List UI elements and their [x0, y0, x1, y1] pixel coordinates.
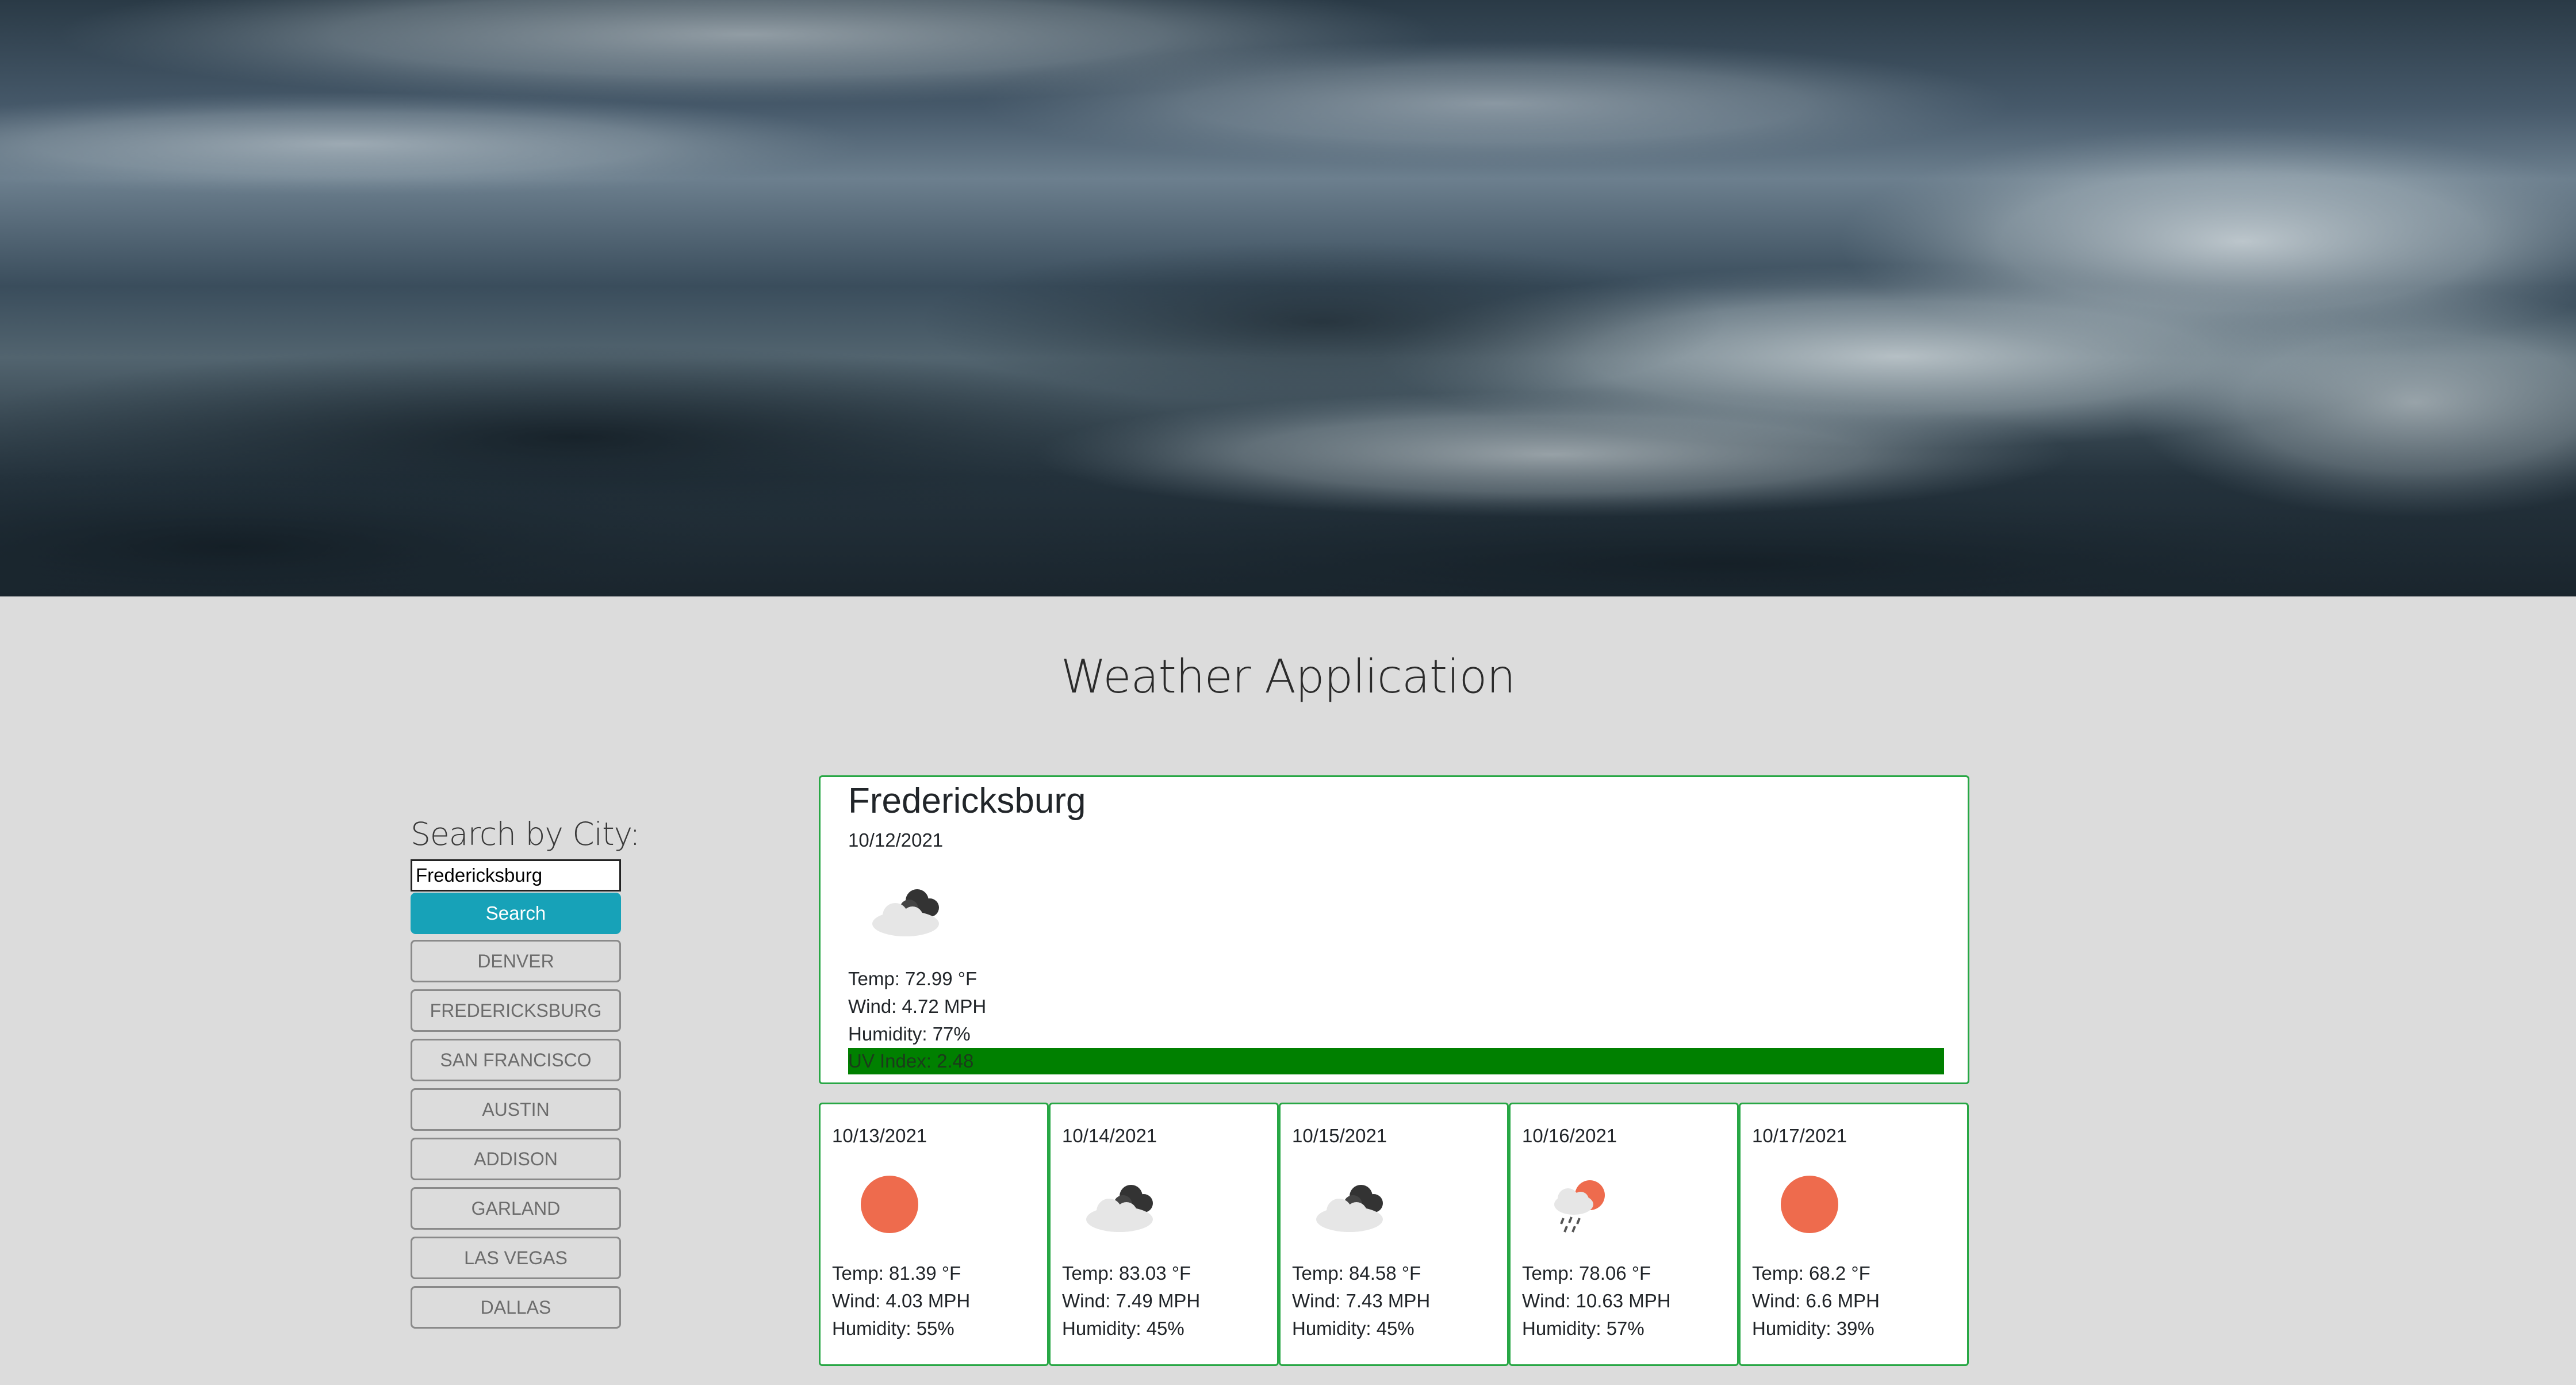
search-button[interactable]: Search [411, 893, 621, 934]
hero-sky-image [0, 0, 2576, 596]
current-date: 10/12/2021 [848, 829, 944, 851]
history-button-san-francisco[interactable]: San Francisco [411, 1039, 621, 1081]
sun-icon [844, 1170, 936, 1239]
cloudy-icon [860, 874, 952, 943]
forecast-temp: Temp: 83.03 °F [1062, 1262, 1191, 1284]
app-title: Weather Application [1060, 650, 1516, 703]
forecast-stats: Temp: 78.06 °F Wind: 10.63 MPH Humidity:… [1522, 1260, 1726, 1342]
search-label: Search by City: [411, 816, 641, 852]
forecast-humidity: Humidity: 39% [1752, 1318, 1874, 1339]
forecast-wind: Wind: 7.49 MPH [1062, 1290, 1201, 1311]
forecast-humidity: Humidity: 55% [832, 1318, 954, 1339]
cloudy-icon [1304, 1170, 1396, 1239]
forecast-wind: Wind: 7.43 MPH [1292, 1290, 1431, 1311]
forecast-wind: Wind: 6.6 MPH [1752, 1290, 1880, 1311]
forecast-temp: Temp: 84.58 °F [1292, 1262, 1421, 1284]
forecast-card: 10/16/2021 Temp: 78.06 °F Wind: 10.63 MP… [1509, 1103, 1739, 1366]
forecast-temp: Temp: 68.2 °F [1752, 1262, 1870, 1284]
history-button-dallas[interactable]: Dallas [411, 1286, 621, 1329]
forecast-date: 10/14/2021 [1062, 1125, 1157, 1146]
sun-icon [1764, 1170, 1856, 1239]
forecast-stats: Temp: 83.03 °F Wind: 7.49 MPH Humidity: … [1062, 1260, 1266, 1342]
current-stats: Temp: 72.99 °F Wind: 4.72 MPH Humidity: … [848, 965, 1940, 1048]
forecast-humidity: Humidity: 45% [1062, 1318, 1184, 1339]
forecast-stats: Temp: 84.58 °F Wind: 7.43 MPH Humidity: … [1292, 1260, 1496, 1342]
forecast-wind: Wind: 4.03 MPH [832, 1290, 971, 1311]
history-button-garland[interactable]: Garland [411, 1187, 621, 1230]
history-button-fredericksburg[interactable]: Fredericksburg [411, 989, 621, 1032]
forecast-temp: Temp: 78.06 °F [1522, 1262, 1651, 1284]
forecast-humidity: Humidity: 45% [1292, 1318, 1414, 1339]
forecast-card: 10/13/2021 Temp: 81.39 °F Wind: 4.03 MPH… [819, 1103, 1049, 1366]
current-city-name: Fredericksburg [848, 781, 1086, 821]
history-button-addison[interactable]: Addison [411, 1138, 621, 1180]
forecast-stats: Temp: 81.39 °F Wind: 4.03 MPH Humidity: … [832, 1260, 1036, 1342]
forecast-card: 10/17/2021 Temp: 68.2 °F Wind: 6.6 MPH H… [1739, 1103, 1969, 1366]
search-history-list: Denver Fredericksburg San Francisco Aust… [411, 940, 621, 1329]
forecast-date: 10/13/2021 [832, 1125, 927, 1146]
city-search-input[interactable] [411, 859, 621, 892]
five-day-forecast: 10/13/2021 Temp: 81.39 °F Wind: 4.03 MPH… [819, 1103, 1969, 1366]
current-temp: Temp: 72.99 °F [848, 968, 977, 989]
history-button-austin[interactable]: Austin [411, 1088, 621, 1131]
current-humidity: Humidity: 77% [848, 1023, 971, 1045]
current-wind: Wind: 4.72 MPH [848, 996, 987, 1017]
cloudy-icon [1074, 1170, 1166, 1239]
forecast-humidity: Humidity: 57% [1522, 1318, 1644, 1339]
rain-sun-icon [1534, 1170, 1626, 1239]
forecast-wind: Wind: 10.63 MPH [1522, 1290, 1671, 1311]
forecast-card: 10/14/2021 Temp: 83.03 °F Wind: 7.49 MPH… [1049, 1103, 1279, 1366]
history-button-las-vegas[interactable]: Las Vegas [411, 1237, 621, 1279]
forecast-date: 10/17/2021 [1752, 1125, 1847, 1146]
forecast-date: 10/16/2021 [1522, 1125, 1617, 1146]
forecast-temp: Temp: 81.39 °F [832, 1262, 961, 1284]
forecast-date: 10/15/2021 [1292, 1125, 1387, 1146]
current-weather-card: Fredericksburg 10/12/2021 Temp: 72.99 °F… [819, 775, 1969, 1084]
history-button-denver[interactable]: Denver [411, 940, 621, 982]
forecast-card: 10/15/2021 Temp: 84.58 °F Wind: 7.43 MPH… [1279, 1103, 1509, 1366]
search-sidebar: Search by City: Search Denver Fredericks… [411, 816, 641, 1329]
uv-index-bar: UV Index: 2.48 [848, 1048, 1944, 1074]
forecast-stats: Temp: 68.2 °F Wind: 6.6 MPH Humidity: 39… [1752, 1260, 1956, 1342]
